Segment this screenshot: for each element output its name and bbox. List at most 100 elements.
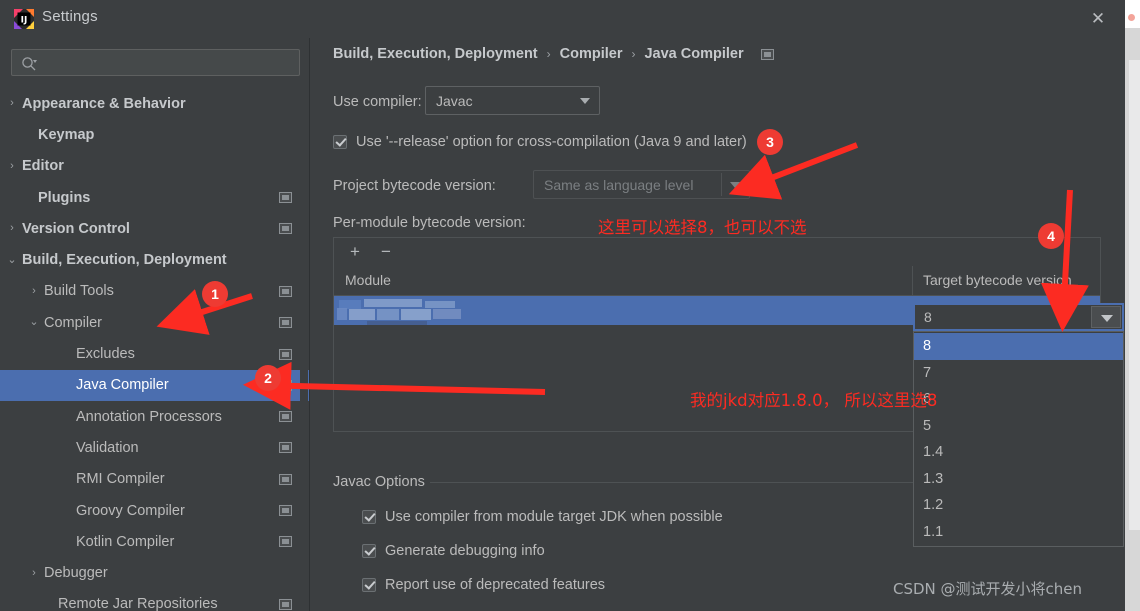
sidebar-item-label: Appearance & Behavior <box>22 95 186 112</box>
breadcrumb-item-1[interactable]: Compiler <box>560 46 623 62</box>
search-box[interactable] <box>11 49 300 76</box>
project-settings-icon[interactable] <box>279 379 292 391</box>
sidebar-item-label: Annotation Processors <box>76 408 222 425</box>
sidebar-item-kotlin-compiler[interactable]: Kotlin Compiler <box>0 526 310 557</box>
project-settings-icon[interactable] <box>279 348 292 360</box>
sidebar-item-label: Build Tools <box>44 283 114 300</box>
dropdown-option[interactable]: 5 <box>914 413 1123 440</box>
report-deprecated-label: Report use of deprecated features <box>385 577 606 593</box>
chevron-right-icon[interactable]: › <box>6 160 18 172</box>
project-settings-icon[interactable] <box>279 411 292 423</box>
dialog-title: Settings <box>42 8 98 25</box>
annotation-badge-1: 1 <box>202 281 228 307</box>
table-toolbar: + − <box>334 238 1100 267</box>
intellij-idea-icon: IJ <box>14 9 34 29</box>
chevron-right-icon[interactable]: › <box>6 98 18 109</box>
project-settings-icon[interactable] <box>279 598 292 610</box>
breadcrumb: Build, Execution, Deployment › Compiler … <box>333 46 774 62</box>
use-compiler-combobox[interactable]: Javac <box>425 86 600 115</box>
sidebar-item-debugger[interactable]: › Debugger <box>0 557 310 588</box>
project-settings-icon[interactable] <box>279 505 292 516</box>
project-settings-icon[interactable] <box>279 473 292 485</box>
sidebar-item-label: Keymap <box>38 126 95 143</box>
generate-debugging-info-checkbox[interactable] <box>362 544 376 558</box>
target-bytecode-cell-editor[interactable]: 8 <box>913 303 1124 331</box>
chevron-down-icon[interactable]: ⌄ <box>6 254 18 266</box>
sidebar-item-compiler[interactable]: ⌄ Compiler <box>0 307 310 338</box>
project-settings-icon[interactable] <box>760 48 774 60</box>
column-header-target-bytecode-version[interactable]: Target bytecode version <box>923 272 1072 288</box>
sidebar-item-plugins[interactable]: Plugins <box>0 182 310 213</box>
sidebar-item-build-execution-deployment[interactable]: ⌄ Build, Execution, Deployment <box>0 244 310 275</box>
search-icon <box>21 56 37 72</box>
chevron-right-icon[interactable]: › <box>28 285 40 297</box>
breadcrumb-separator-0: › <box>546 47 551 61</box>
search-input[interactable] <box>44 54 293 74</box>
background-strip <box>1129 60 1140 530</box>
sidebar-item-label: Debugger <box>44 565 108 582</box>
use-module-jdk-compiler-checkbox[interactable] <box>362 510 376 524</box>
dropdown-option[interactable]: 1.1 <box>914 519 1123 546</box>
sidebar-item-editor[interactable]: › Editor <box>0 151 310 182</box>
per-module-bytecode-label: Per-module bytecode version: <box>333 215 526 231</box>
use-module-jdk-compiler-checkbox-row[interactable]: Use compiler from module target JDK when… <box>362 509 723 525</box>
screenshot-root: IJ Settings ✕ › Appearance & Behavior Keym… <box>0 0 1140 611</box>
table-header: Module Target bytecode version <box>334 266 1100 296</box>
settings-tree: › Appearance & Behavior Keymap › Editor Plugi… <box>0 88 310 611</box>
chevron-right-icon[interactable]: › <box>28 567 40 579</box>
dropdown-option[interactable]: 1.4 <box>914 439 1123 466</box>
generate-debugging-info-label: Generate debugging info <box>385 543 545 559</box>
sidebar-item-annotation-processors[interactable]: Annotation Processors <box>0 401 310 432</box>
annotation-badge-3: 3 <box>757 129 783 155</box>
project-settings-icon[interactable] <box>279 442 292 454</box>
breadcrumb-separator-1: › <box>631 47 636 61</box>
sidebar-item-validation[interactable]: Validation <box>0 432 310 463</box>
release-option-checkbox[interactable] <box>333 135 347 149</box>
dropdown-option[interactable]: 1.2 <box>914 492 1123 519</box>
project-settings-icon[interactable] <box>279 317 292 329</box>
report-deprecated-checkbox-row[interactable]: Report use of deprecated features <box>362 577 605 593</box>
generate-debugging-info-checkbox-row[interactable]: Generate debugging info <box>362 543 545 559</box>
sidebar-item-groovy-compiler[interactable]: Groovy Compiler <box>0 495 310 526</box>
javac-options-group-title: Javac Options <box>333 474 433 490</box>
project-bytecode-label: Project bytecode version: <box>333 178 496 194</box>
use-compiler-label: Use compiler: <box>333 94 422 110</box>
project-settings-icon[interactable] <box>279 192 292 204</box>
project-settings-icon[interactable] <box>279 536 292 548</box>
use-compiler-value: Javac <box>436 92 473 109</box>
chevron-down-icon[interactable]: ⌄ <box>28 317 40 328</box>
breadcrumb-item-2[interactable]: Java Compiler <box>644 46 743 62</box>
project-settings-icon[interactable] <box>279 285 292 297</box>
sidebar-item-appearance-behavior[interactable]: › Appearance & Behavior <box>0 88 310 119</box>
sidebar-scrollbar-track[interactable] <box>300 38 607 611</box>
remove-module-button[interactable]: − <box>375 242 397 262</box>
breadcrumb-item-0[interactable]: Build, Execution, Deployment <box>333 46 538 62</box>
background-dot <box>1128 14 1135 21</box>
annotation-badge-4: 4 <box>1038 223 1064 249</box>
sidebar-item-build-tools[interactable]: › Build Tools <box>0 276 310 307</box>
sidebar-item-remote-jar-repositories[interactable]: Remote Jar Repositories <box>0 589 310 611</box>
sidebar-item-label: Version Control <box>22 220 130 237</box>
project-bytecode-combobox[interactable]: Same as language level <box>533 170 750 199</box>
sidebar-item-keymap[interactable]: Keymap <box>0 119 310 150</box>
chevron-right-icon[interactable]: › <box>6 223 18 234</box>
sidebar-item-version-control[interactable]: › Version Control <box>0 213 310 244</box>
dropdown-option[interactable]: 7 <box>914 360 1123 387</box>
chevron-down-icon[interactable] <box>1091 306 1121 328</box>
sidebar-item-rmi-compiler[interactable]: RMI Compiler <box>0 464 310 495</box>
release-option-label: Use '--release' option for cross-compila… <box>356 134 747 150</box>
project-settings-icon[interactable] <box>279 223 292 235</box>
report-deprecated-checkbox[interactable] <box>362 578 376 592</box>
add-module-button[interactable]: + <box>344 242 366 262</box>
dropdown-option[interactable]: 6 <box>914 386 1123 413</box>
dropdown-option[interactable]: 1.3 <box>914 466 1123 493</box>
target-bytecode-dropdown[interactable]: 8 7 6 5 1.4 1.3 1.2 1.1 <box>913 331 1124 547</box>
column-header-module[interactable]: Module <box>345 272 391 288</box>
release-option-checkbox-row[interactable]: Use '--release' option for cross-compila… <box>333 134 747 150</box>
sidebar-item-label: Kotlin Compiler <box>76 533 175 550</box>
sidebar-item-label: Java Compiler <box>76 377 169 394</box>
close-icon[interactable]: ✕ <box>1078 2 1118 36</box>
combo-splitter <box>721 173 722 196</box>
dropdown-option[interactable]: 8 <box>914 333 1123 360</box>
column-resize-handle[interactable] <box>912 266 913 295</box>
